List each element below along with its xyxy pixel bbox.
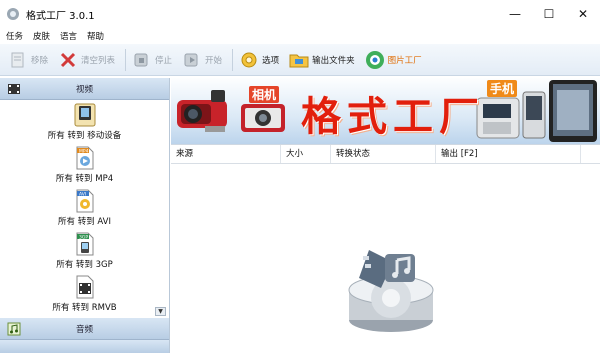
avi-file-icon: AVI [74,189,96,213]
picture-factory-label: 图片工厂 [387,55,422,66]
film-icon [6,81,22,97]
remove-label: 移除 [31,55,49,66]
title-bar: 格式工厂 3.0.1 — ☐ ✕ [0,0,600,28]
app-icon [6,7,20,21]
3gp-tag: 3GP [79,234,88,240]
list-item-label: 所有 转到 MP4 [55,174,114,184]
menu-help[interactable]: 帮助 [87,30,104,42]
list-item-avi[interactable]: AVI 所有 转到 AVI [0,186,169,229]
toolbar-separator [125,48,127,71]
list-item-rmvb[interactable]: 所有 转到 RMVB [0,272,169,315]
video-format-list: 所有 转到 移动设备 MP4 所有 转到 MP4 AVI 所有 转到 AVI 3… [0,100,169,318]
audio-category-header[interactable]: 音频 [0,318,169,340]
table-header: 来源 大小 转换状态 输出 [F2] [171,145,600,164]
phone-label: 手机 [487,80,518,97]
stop-label: 停止 [155,55,173,66]
3gp-file-icon: 3GP [74,232,96,256]
banner-title: 格式工厂 [301,93,485,140]
toolbar-separator [232,48,234,71]
maximize-button[interactable]: ☐ [532,0,566,28]
clear-list-icon [58,50,78,70]
start-icon [182,50,202,70]
column-status[interactable]: 转换状态 [331,145,436,163]
column-size[interactable]: 大小 [281,145,331,163]
list-item-label: 所有 转到 RMVB [52,303,117,313]
start-button[interactable]: 开始 [182,47,222,73]
audio-category-label: 音频 [75,324,93,335]
list-item-label: 所有 转到 AVI [58,217,111,227]
mp4-tag: MP4 [79,148,89,154]
minimize-button[interactable]: — [498,0,532,28]
picture-factory-button[interactable]: 图片工厂 [365,47,422,73]
stop-icon [132,50,152,70]
output-folder-button[interactable]: 输出文件夹 [289,47,355,73]
folder-icon [289,50,309,70]
image-category-header[interactable] [0,340,169,353]
menu-bar: 任务 皮肤 语言 帮助 [0,28,600,44]
options-button[interactable]: 选项 [239,47,279,73]
window-title: 格式工厂 3.0.1 [26,10,95,22]
clear-list-label: 清空列表 [81,55,116,66]
output-folder-label: 输出文件夹 [312,55,355,66]
mobile-device-icon [74,103,96,127]
camera-label: 相机 [249,86,280,103]
gear-icon [239,50,259,70]
list-item-mobile[interactable]: 所有 转到 移动设备 [0,100,169,143]
camera-icon [241,104,285,132]
scroll-down-button[interactable]: ▼ [155,307,166,316]
banner: 相机 格式工厂 手机 [171,78,600,144]
start-label: 开始 [205,55,223,66]
task-table: 来源 大小 转换状态 输出 [F2] [171,144,600,353]
list-item-label: 所有 转到 3GP [56,260,113,270]
format-factory-logo-icon [348,250,434,332]
column-output[interactable]: 输出 [F2] [436,145,581,163]
list-item-mp4[interactable]: MP4 所有 转到 MP4 [0,143,169,186]
menu-task[interactable]: 任务 [6,30,23,42]
stop-button[interactable]: 停止 [132,47,172,73]
category-sidebar: 视频 所有 转到 移动设备 MP4 所有 转到 MP4 AVI 所有 转到 AV… [0,78,170,353]
column-extra[interactable] [581,145,600,163]
menu-language[interactable]: 语言 [60,30,77,42]
clear-list-button[interactable]: 清空列表 [58,47,115,73]
options-label: 选项 [262,55,280,66]
remove-icon [8,50,28,70]
video-category-header[interactable]: 视频 [0,78,169,100]
mp4-file-icon: MP4 [74,146,96,170]
camcorder-icon [177,90,227,132]
list-item-3gp[interactable]: 3GP 所有 转到 3GP [0,229,169,272]
column-source[interactable]: 来源 [171,145,281,163]
window-controls: — ☐ ✕ [498,0,600,28]
list-item-label: 所有 转到 移动设备 [47,131,122,141]
avi-tag: AVI [79,191,86,197]
toolbar: 移除 清空列表 停止 开始 选项 输出文件夹 图片工厂 [0,44,600,76]
remove-button[interactable]: 移除 [8,47,48,73]
menu-skin[interactable]: 皮肤 [33,30,50,42]
rmvb-file-icon [74,275,96,299]
close-button[interactable]: ✕ [566,0,600,28]
picture-factory-icon [365,50,385,70]
music-note-icon [6,321,22,337]
video-category-label: 视频 [75,84,93,95]
